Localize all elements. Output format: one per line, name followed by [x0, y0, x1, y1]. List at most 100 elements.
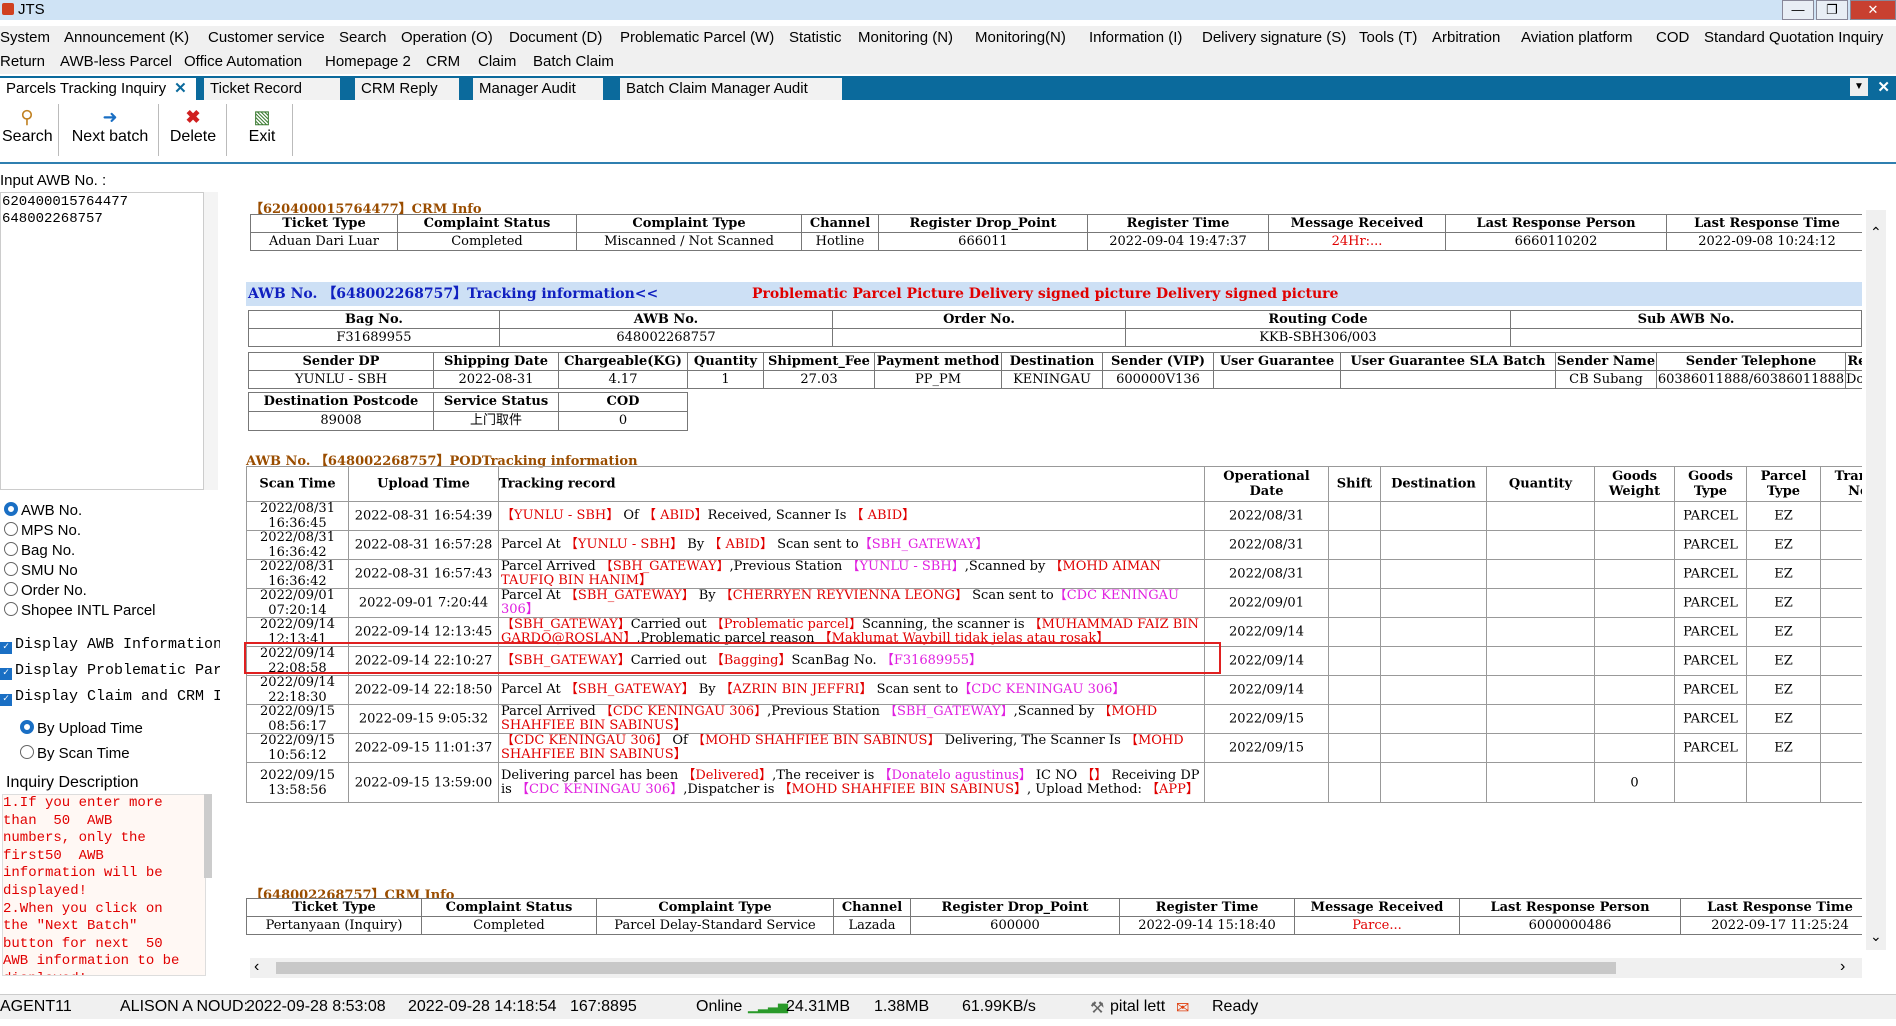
menu-return[interactable]: Return — [0, 53, 45, 70]
menu-statistic[interactable]: Statistic — [789, 29, 842, 46]
radio-by-upload-time[interactable]: By Upload Time — [20, 720, 143, 745]
pod-table-row[interactable]: 2022/09/15 10:56:12 2022-09-15 11:01:37 【C… — [246, 734, 1862, 763]
tracking-record-segment: 【 ABID】 — [850, 508, 916, 523]
tab-list-dropdown-icon[interactable]: ▼ — [1850, 78, 1868, 96]
menu-problematic-parcel[interactable]: Problematic Parcel (W) — [620, 29, 774, 46]
close-window-button[interactable]: ✕ — [1850, 0, 1896, 20]
crm2-cell-7: 6000000486 — [1459, 916, 1681, 935]
pod-cell-rec: Parcel At 【SBH_GATEWAY】 By 【CHERRYEN REY… — [498, 589, 1204, 618]
description-scrollbar[interactable] — [204, 794, 212, 878]
minimize-button[interactable]: — — [1782, 0, 1814, 20]
menu-standard-quotation-inquiry[interactable]: Standard Quotation Inquiry — [1704, 29, 1883, 46]
info-r2-9 — [1340, 370, 1556, 389]
radio-bag-no[interactable]: Bag No. — [4, 542, 156, 562]
menu-tools[interactable]: Tools (T) — [1359, 29, 1417, 46]
pod-table-row[interactable]: 2022/09/15 08:56:17 2022-09-15 9:05:32 Par… — [246, 705, 1862, 734]
radio-icon — [4, 602, 18, 616]
pod-header-label: Quantity — [1508, 476, 1573, 492]
menu-crm[interactable]: CRM — [426, 53, 460, 70]
pod-cell-gtype: PARCEL — [1674, 560, 1746, 589]
pod-header-label: Goods Type — [1688, 469, 1733, 499]
radio-awb-no[interactable]: AWB No. — [4, 502, 156, 522]
menu-document[interactable]: Document (D) — [509, 29, 602, 46]
horizontal-scroll-thumb[interactable] — [276, 962, 1616, 974]
search-button[interactable]: ⚲ Search — [2, 106, 53, 146]
scroll-right-icon[interactable]: › — [1840, 958, 1845, 976]
menu-homepage-2[interactable]: Homepage 2 — [325, 53, 411, 70]
scroll-down-icon[interactable]: ⌄ — [1870, 928, 1882, 945]
picture-links[interactable]: Problematic Parcel Picture Delivery sign… — [752, 282, 1338, 306]
awb-textarea-scrollbar[interactable] — [204, 192, 218, 490]
pod-table-row[interactable]: 2022/08/31 16:36:45 2022-08-31 16:54:39 【Y… — [246, 502, 1862, 531]
menu-cod[interactable]: COD — [1656, 29, 1689, 46]
vertical-scrollbar[interactable]: ⌃ ⌄ — [1866, 210, 1886, 950]
tab-close-icon[interactable]: ✕ — [174, 80, 187, 97]
menu-aviation-platform[interactable]: Aviation platform — [1521, 29, 1632, 46]
awb-input-label: Input AWB No. : — [0, 172, 107, 189]
pod-cell-text: 【CDC KENINGAU 306】 Of 【MOHD SHAHFIEE BIN… — [501, 734, 1204, 762]
menu-monitoring-2[interactable]: Monitoring(N) — [975, 29, 1066, 46]
info-h2-4: Shipment_Fee — [763, 352, 875, 371]
menu-awb-less-parcel[interactable]: AWB-less Parcel — [60, 53, 172, 70]
menu-information[interactable]: Information (I) — [1089, 29, 1182, 46]
radio-by-scan-time[interactable]: By Scan Time — [20, 745, 143, 765]
checkbox-display-problematic[interactable]: ✓Display Problematic Parcel — [0, 662, 220, 688]
pod-cell-empty — [1328, 560, 1380, 589]
exit-button[interactable]: ▧ Exit — [240, 106, 284, 146]
pod-table-row[interactable]: 2022/09/14 22:18:30 2022-09-14 22:18:50 Pa… — [246, 676, 1862, 705]
radio-shopee-intl[interactable]: Shopee INTL Parcel — [4, 602, 156, 622]
menu-batch-claim[interactable]: Batch Claim — [533, 53, 614, 70]
horizontal-scrollbar[interactable]: ‹ › — [250, 958, 1862, 978]
tab-ticket-record[interactable]: Ticket Record — [204, 78, 340, 100]
app-title-text: JTS — [18, 1, 45, 18]
menu-system[interactable]: System — [0, 29, 50, 46]
pod-cell-gtype — [1674, 763, 1746, 803]
pod-table-row[interactable]: 2022/08/31 16:36:42 2022-08-31 16:57:28 Pa… — [246, 531, 1862, 560]
menu-customer-service[interactable]: Customer service — [208, 29, 325, 46]
pod-cell-upload: 2022-09-14 22:18:50 — [348, 676, 498, 705]
menu-claim[interactable]: Claim — [478, 53, 516, 70]
inquiry-description-title: Inquiry Description — [6, 774, 139, 791]
pod-table-row[interactable]: 2022/09/15 13:58:56 2022-09-15 13:59:00 De… — [246, 763, 1862, 803]
menu-operation[interactable]: Operation (O) — [401, 29, 493, 46]
info-h3-0: Destination Postcode — [248, 392, 434, 412]
pod-cell-empty — [1486, 560, 1594, 589]
pod-cell-empty — [1820, 589, 1862, 618]
pod-cell-upload: 2022-08-31 16:57:28 — [348, 531, 498, 560]
pod-cell-upload: 2022-09-01 7:20:44 — [348, 589, 498, 618]
scroll-up-icon[interactable]: ⌃ — [1870, 224, 1882, 241]
checkbox-display-awb-info[interactable]: ✓ Display AWB Information — [0, 636, 220, 662]
tab-manager-audit[interactable]: Manager Audit — [473, 78, 603, 100]
awb-number-textarea[interactable]: 620400015764477 648002268757 — [0, 192, 204, 490]
tab-crm-reply[interactable]: CRM Reply — [355, 78, 459, 100]
menu-search[interactable]: Search — [339, 29, 387, 46]
pod-cell-rec: 【YUNLU - SBH】 Of 【 ABID】Received, Scanne… — [498, 502, 1204, 531]
radio-order-no[interactable]: Order No. — [4, 582, 156, 602]
menu-monitoring[interactable]: Monitoring (N) — [858, 29, 953, 46]
info-r2-5: PP_PM — [874, 370, 1002, 389]
menu-arbitration[interactable]: Arbitration — [1432, 29, 1500, 46]
pod-cell-gtype: PARCEL — [1674, 589, 1746, 618]
pod-cell-text: 2022/08/31 — [1229, 508, 1304, 524]
pod-table-row[interactable]: 2022/09/01 07:20:14 2022-09-01 7:20:44 Par… — [246, 589, 1862, 618]
next-batch-button[interactable]: ➜ Next batch — [70, 106, 150, 146]
radio-mps-no[interactable]: MPS No. — [4, 522, 156, 542]
info-r2-3: 1 — [687, 370, 764, 389]
menu-delivery-signature[interactable]: Delivery signature (S) — [1202, 29, 1346, 46]
maximize-button[interactable]: ❐ — [1816, 0, 1848, 20]
delete-button[interactable]: ✖ Delete — [166, 106, 220, 146]
tab-parcels-tracking-inquiry[interactable]: Parcels Tracking Inquiry ✕ — [0, 78, 196, 100]
menu-office-automation[interactable]: Office Automation — [184, 53, 302, 70]
pod-cell-text: Parcel Arrived 【CDC KENINGAU 306】,Previo… — [501, 705, 1204, 733]
scroll-left-icon[interactable]: ‹ — [254, 958, 259, 976]
checkbox-display-claim-crm[interactable]: ✓Display Claim and CRM Info — [0, 688, 220, 714]
close-tab-icon[interactable]: ✕ — [1877, 78, 1890, 96]
pod-table-row[interactable]: 2022/08/31 16:36:42 2022-08-31 16:57:43 Pa… — [246, 560, 1862, 589]
menu-announcement[interactable]: Announcement (K) — [64, 29, 189, 46]
crm1-header-2: Complaint Type — [576, 214, 802, 233]
info-h3-1: Service Status — [433, 392, 559, 412]
tab-batch-claim-manager-audit[interactable]: Batch Claim Manager Audit — [620, 78, 842, 100]
radio-smu-no[interactable]: SMU No — [4, 562, 156, 582]
info-r1-4 — [1510, 328, 1862, 347]
mail-icon[interactable]: ✉ — [1176, 998, 1189, 1018]
